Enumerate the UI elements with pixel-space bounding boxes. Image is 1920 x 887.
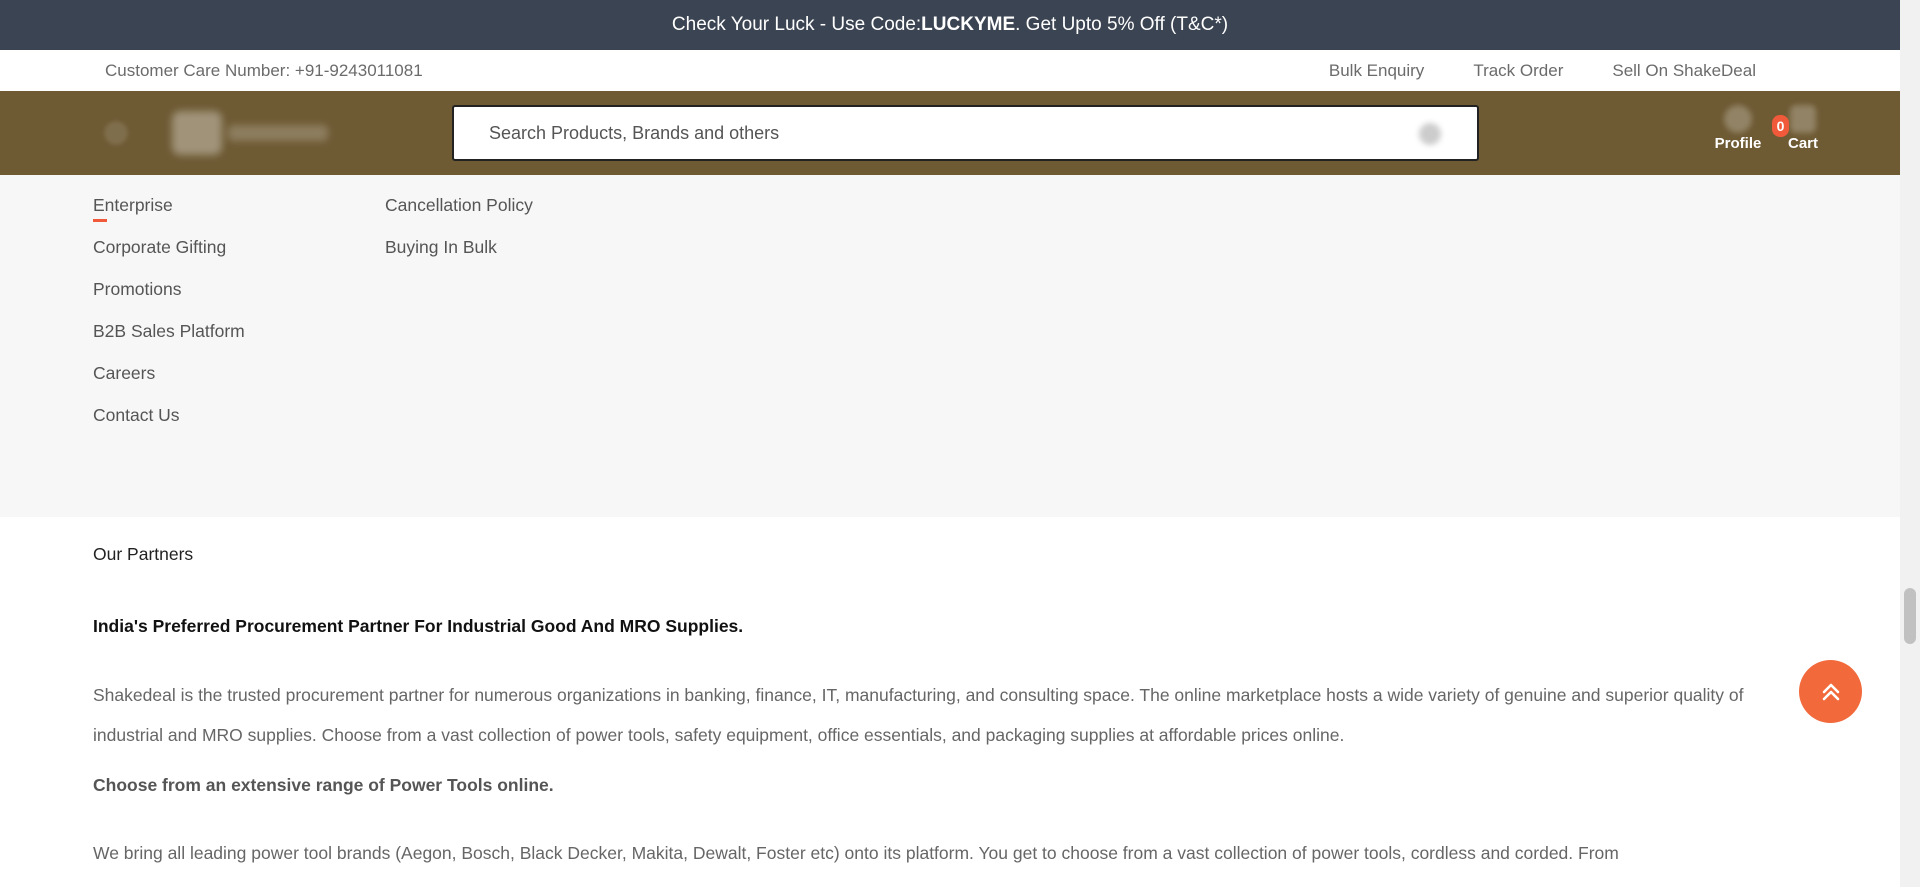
main-header: Profile 0 Cart (0, 91, 1900, 175)
active-link-underline (93, 219, 107, 222)
footer-link-promotions[interactable]: Promotions (93, 279, 245, 299)
footer-links-section: Enterprise Corporate Gifting Promotions … (0, 175, 1900, 517)
user-icon (1724, 105, 1752, 133)
page-scrollbar[interactable] (1900, 0, 1920, 887)
promo-suffix: . Get Upto 5% Off (T&C*) (1015, 14, 1229, 35)
partners-title: Our Partners (93, 544, 194, 564)
utility-links: Bulk Enquiry Track Order Sell On ShakeDe… (1329, 61, 1756, 81)
footer-column-1: Enterprise Corporate Gifting Promotions … (93, 175, 245, 447)
search-bar (452, 105, 1479, 161)
profile-button[interactable]: Profile (1713, 105, 1763, 152)
power-tools-heading: Choose from an extensive range of Power … (93, 775, 554, 795)
sell-on-shakedeal-link[interactable]: Sell On ShakeDeal (1612, 61, 1756, 81)
customer-care-number: Customer Care Number: +91-9243011081 (105, 60, 423, 80)
logo-mark (172, 111, 222, 155)
bulk-enquiry-link[interactable]: Bulk Enquiry (1329, 61, 1424, 81)
partners-section: Our Partners India's Preferred Procureme… (0, 517, 1900, 887)
cart-label: Cart (1787, 135, 1818, 152)
footer-link-corporate-gifting[interactable]: Corporate Gifting (93, 237, 245, 257)
promo-code: LUCKYME (921, 14, 1016, 35)
power-tools-paragraph: We bring all leading power tool brands (… (93, 843, 1619, 863)
cart-icon (1790, 105, 1816, 133)
footer-link-careers[interactable]: Careers (93, 363, 245, 383)
profile-label: Profile (1714, 135, 1762, 152)
cart-button[interactable]: 0 Cart (1772, 105, 1823, 152)
promo-prefix: Check Your Luck - Use Code: (671, 14, 922, 35)
menu-icon[interactable] (104, 121, 128, 145)
footer-column-2: Cancellation Policy Buying In Bulk (385, 175, 533, 279)
logo-wordmark (228, 125, 328, 141)
scrollbar-thumb[interactable] (1904, 588, 1916, 644)
footer-link-buying-in-bulk[interactable]: Buying In Bulk (385, 237, 533, 257)
footer-link-enterprise[interactable]: Enterprise (93, 195, 245, 215)
cart-count-badge: 0 (1772, 115, 1789, 137)
track-order-link[interactable]: Track Order (1473, 61, 1563, 81)
partners-heading: India's Preferred Procurement Partner Fo… (93, 616, 744, 636)
search-input[interactable] (489, 122, 1389, 144)
footer-link-cancellation-policy[interactable]: Cancellation Policy (385, 195, 533, 215)
scroll-to-top-button[interactable] (1799, 660, 1862, 723)
search-icon[interactable] (1419, 123, 1441, 145)
utility-bar: Customer Care Number: +91-9243011081 Bul… (0, 50, 1900, 91)
double-chevron-up-icon (1822, 683, 1839, 700)
footer-link-b2b-sales-platform[interactable]: B2B Sales Platform (93, 321, 245, 341)
footer-link-contact-us[interactable]: Contact Us (93, 405, 245, 425)
partners-paragraph: Shakedeal is the trusted procurement par… (93, 685, 1744, 745)
promo-bar: Check Your Luck - Use Code: LUCKYME. Get… (0, 0, 1900, 50)
shakedeal-logo[interactable] (172, 111, 337, 155)
